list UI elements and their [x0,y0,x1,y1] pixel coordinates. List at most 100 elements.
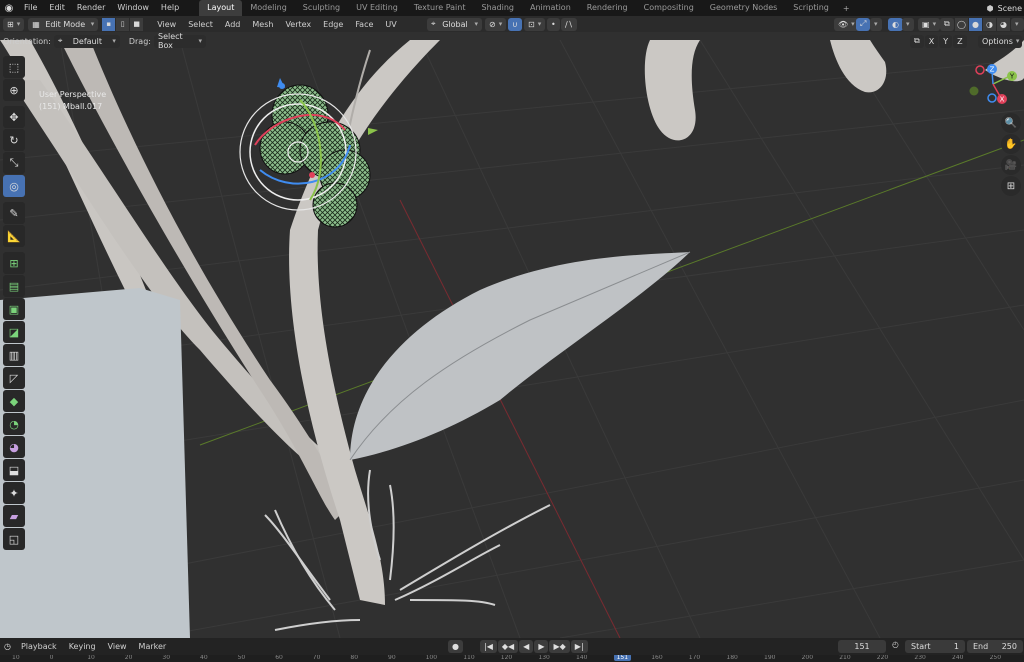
editor-type-button[interactable]: ⊞ ▾ [3,17,25,31]
edge-select-button[interactable]: ▯ [116,17,130,31]
inset-tool[interactable]: ▣ [3,298,25,320]
material-shading-button[interactable]: ◑ [983,17,996,31]
tab-shading[interactable]: Shading [473,0,522,16]
mirror-icon-button[interactable]: ⧉ [910,34,924,48]
timeline-ruler[interactable]: 10 0 10 20 30 40 50 60 70 80 90 100 110 120 130 140 151 1… [0,655,1024,662]
tab-scripting[interactable]: Scripting [785,0,837,16]
prev-keyframe-button[interactable]: ◆◀ [497,640,519,653]
end-frame-field[interactable]: End 250 [967,640,1023,653]
tab-compositing[interactable]: Compositing [636,0,702,16]
smooth-tool[interactable]: ◕ [3,436,25,458]
menu-playback[interactable]: Playback [15,642,63,651]
viewport-scene[interactable] [0,32,1024,638]
extrude-tool[interactable]: ▤ [3,275,25,297]
scene-selector[interactable]: ⬢ Scene [987,0,1024,16]
pan-button[interactable]: ✋ [1001,134,1021,154]
xray-toggle[interactable]: ⧉ [940,17,954,31]
tab-layout[interactable]: Layout [199,0,243,16]
overlays-dropdown[interactable]: ▾ [902,17,914,31]
menu-edge[interactable]: Edge [317,20,349,29]
navigation-gizmo[interactable]: Y Z X [966,58,1020,110]
gizmo-dropdown[interactable]: ▾ [870,17,882,31]
overlays-toggle[interactable]: ◐ [888,17,903,31]
menu-vertex[interactable]: Vertex [279,20,317,29]
3d-viewport[interactable]: User Perspective (151) Mball.017 [0,32,1024,638]
transform-tool[interactable]: ◎ [3,175,25,197]
add-workspace-button[interactable]: + [837,4,856,13]
jump-start-button[interactable]: |◀ [480,640,497,653]
menu-window[interactable]: Window [111,0,155,16]
tab-animation[interactable]: Animation [522,0,579,16]
neg-z-axis-ball[interactable] [987,93,997,103]
mirror-x-toggle[interactable]: X [924,34,939,48]
rip-tool[interactable]: ◱ [3,528,25,550]
play-reverse-button[interactable]: ◀ [519,640,534,653]
bevel-tool[interactable]: ◪ [3,321,25,343]
start-frame-field[interactable]: Start 1 [905,640,965,653]
mode-dropdown[interactable]: ▦ Edit Mode ▾ [28,17,99,31]
edge-slide-tool[interactable]: ⬓ [3,459,25,481]
zoom-button[interactable]: 🔍 [1001,113,1021,133]
wireframe-shading-button[interactable]: ◯ [955,17,968,31]
auto-keying-toggle[interactable]: ● [448,640,463,653]
rotate-tool[interactable]: ↻ [3,129,25,151]
move-tool[interactable]: ✥ [3,106,25,128]
orientation-dropdown[interactable]: ⌖ Default ▾ [53,34,120,48]
menu-keying[interactable]: Keying [63,642,102,651]
tab-uv-editing[interactable]: UV Editing [348,0,406,16]
tab-modeling[interactable]: Modeling [242,0,294,16]
menu-view-timeline[interactable]: View [102,642,133,651]
knife-tool[interactable]: ◸ [3,367,25,389]
menu-uv[interactable]: UV [379,20,402,29]
solid-shading-button[interactable]: ● [969,17,982,31]
menu-help[interactable]: Help [155,0,185,16]
snap-toggle[interactable]: ∪ [508,17,522,31]
tab-rendering[interactable]: Rendering [579,0,636,16]
selectability-dropdown[interactable]: 👁 ▾ [834,17,859,31]
neg-y-axis-ball[interactable] [969,86,979,96]
menu-render[interactable]: Render [71,0,111,16]
menu-mesh[interactable]: Mesh [246,20,279,29]
blender-logo-icon[interactable]: ◉ [0,0,18,16]
menu-edit[interactable]: Edit [43,0,71,16]
proportional-edit-toggle[interactable]: • [547,17,560,31]
pivot-point-dropdown[interactable]: ⊘ ▾ [485,17,507,31]
tab-geometry-nodes[interactable]: Geometry Nodes [702,0,785,16]
gizmo-toggle[interactable]: ⤢ [856,17,871,31]
falloff-dropdown[interactable]: ∕∖ [561,17,577,31]
rendered-shading-button[interactable]: ◕ [997,17,1010,31]
annotate-tool[interactable]: ✎ [3,202,25,224]
mirror-y-toggle[interactable]: Y [939,34,953,48]
shear-tool[interactable]: ▰ [3,505,25,527]
scale-tool[interactable]: ⤡ [3,152,25,174]
camera-view-button[interactable]: 🎥 [1001,155,1021,175]
shrink-fatten-tool[interactable]: ✦ [3,482,25,504]
menu-marker[interactable]: Marker [133,642,173,651]
tab-sculpting[interactable]: Sculpting [295,0,348,16]
shading-dropdown[interactable]: ▾ [1011,17,1024,31]
jump-end-button[interactable]: ▶| [570,640,588,653]
drag-dropdown[interactable]: Select Box ▾ [153,32,206,50]
poly-build-tool[interactable]: ◆ [3,390,25,412]
measure-tool[interactable]: 📐 [3,225,25,247]
mirror-z-toggle[interactable]: Z [953,34,967,48]
current-frame-field[interactable]: 151 [838,640,886,653]
options-dropdown[interactable]: Options ▾ [978,34,1022,48]
spin-tool[interactable]: ◔ [3,413,25,435]
menu-select[interactable]: Select [182,20,219,29]
transform-orientation-dropdown[interactable]: ⌖ Global ▾ [427,17,482,31]
neg-x-axis-ball[interactable] [975,65,985,75]
menu-file[interactable]: File [18,0,43,16]
vertex-select-button[interactable]: ▪ [102,17,116,31]
snap-dropdown[interactable]: ⊡ ▾ [524,17,546,31]
next-keyframe-button[interactable]: ▶◆ [549,640,570,653]
add-cube-tool[interactable]: ⊞ [3,252,25,274]
cursor-tool[interactable]: ⊕ [3,79,25,101]
tab-texture-paint[interactable]: Texture Paint [406,0,474,16]
editor-type-icon[interactable]: ◷ [0,642,15,651]
face-select-button[interactable]: ■ [130,17,144,31]
select-box-tool[interactable]: ⬚ [3,56,25,78]
loop-cut-tool[interactable]: ▥ [3,344,25,366]
menu-add[interactable]: Add [219,20,247,29]
mesh-edit-overlays[interactable]: ▣ ▾ [918,17,941,31]
